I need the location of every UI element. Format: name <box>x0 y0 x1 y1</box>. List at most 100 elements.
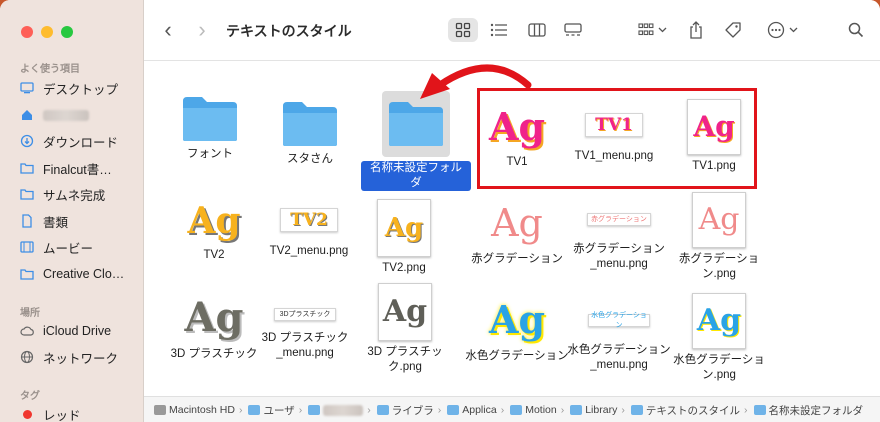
path-separator-icon: › <box>744 404 748 416</box>
file-item-3d-plastic-png[interactable]: Ag 3D プラスチッ ク.png <box>350 283 460 375</box>
sidebar-item-thumbnail-done[interactable]: サムネ完成 <box>20 184 105 204</box>
forward-button[interactable]: › <box>192 17 212 42</box>
file-item-font-folder[interactable]: フォント <box>155 95 265 162</box>
file-item-red-gradient-png[interactable]: Ag 赤グラデーショ ン.png <box>664 192 774 282</box>
sidebar-item-creative-cloud[interactable]: Creative Clo… <box>20 264 124 284</box>
back-button[interactable]: ‹ <box>158 17 178 42</box>
disk-icon <box>154 405 166 415</box>
file-item-blue-gradient[interactable]: Ag 水色グラデーション <box>462 295 572 364</box>
file-item-red-gradient[interactable]: Ag 赤グラデーション <box>462 198 572 267</box>
movie-icon <box>20 240 34 254</box>
action-menu-button[interactable] <box>762 18 802 42</box>
icon-view-button[interactable] <box>448 18 478 42</box>
sidebar-tag-red[interactable]: レッド <box>20 404 81 422</box>
file-name: 赤グラデーション _menu.png <box>573 243 665 270</box>
list-view-button[interactable] <box>484 18 514 42</box>
close-window-button[interactable] <box>21 26 33 38</box>
sidebar-item-label: レッド <box>43 408 81 422</box>
file-item-blue-gradient-png[interactable]: Ag 水色グラデーショ ン.png <box>664 293 774 383</box>
file-item-tv2-png[interactable]: Ag TV2.png <box>349 199 459 276</box>
share-button[interactable] <box>684 17 708 43</box>
sidebar-item-desktop[interactable]: デスクトップ <box>20 78 118 98</box>
sidebar-item-documents[interactable]: 書類 <box>20 211 68 231</box>
sidebar-item-label: デスクトップ <box>43 82 119 97</box>
path-separator-icon: › <box>298 404 303 416</box>
list-icon <box>490 23 507 37</box>
tag-icon <box>725 22 741 38</box>
group-by-button[interactable] <box>632 18 672 42</box>
folder-icon <box>283 102 337 146</box>
path-crumb[interactable]: Motion <box>510 404 557 416</box>
path-separator-icon: › <box>367 404 371 416</box>
file-item-sta-folder[interactable]: スタさん <box>255 100 365 167</box>
path-crumb[interactable]: ユーザ <box>248 403 295 418</box>
sidebar-item-network[interactable]: ネットワーク <box>20 347 118 367</box>
path-separator-icon: › <box>560 404 565 416</box>
toolbar: ‹ › テキストのスタイル <box>144 0 880 61</box>
sidebar-item-finalcut[interactable]: Finalcut書… <box>20 158 112 178</box>
path-separator-icon: › <box>238 404 243 416</box>
file-name: 3D プラスチック _menu.png <box>261 332 349 359</box>
sidebar-item-label: ムービー <box>43 241 94 256</box>
zoom-window-button[interactable] <box>61 26 73 38</box>
cloud-icon <box>20 324 34 338</box>
home-icon <box>308 405 321 415</box>
redacted-username <box>43 109 89 121</box>
file-name: 水色グラデーション _menu.png <box>567 344 671 371</box>
folder-icon <box>20 267 34 281</box>
file-name: TV2_menu.png <box>269 245 349 257</box>
sidebar-item-home[interactable] <box>20 105 89 125</box>
file-item-tv2-menu[interactable]: TV2 TV2_menu.png <box>254 200 364 259</box>
path-separator-icon: › <box>500 404 505 416</box>
path-crumb[interactable] <box>308 404 364 416</box>
path-bar: Macintosh HD › ユーザ › › ライブラ › Applica › … <box>144 396 880 422</box>
column-view-button[interactable] <box>522 18 552 42</box>
file-name: 赤グラデーション <box>471 253 563 265</box>
path-crumb[interactable]: Macintosh HD <box>154 404 235 416</box>
sidebar-section-tags: タグ <box>20 391 40 402</box>
path-crumb[interactable]: ライブラ <box>376 403 434 418</box>
grid-icon <box>455 22 471 38</box>
chevron-right-icon: › <box>198 17 206 42</box>
sidebar-item-label: Finalcut書… <box>43 162 112 177</box>
finder-window: よく使う項目 デスクトップ ダウンロード Finalcut書… サムネ完成 書類… <box>0 0 880 422</box>
minimize-window-button[interactable] <box>41 26 53 38</box>
file-item-red-gradient-menu[interactable]: 赤グラデーション 赤グラデーション _menu.png <box>564 200 674 272</box>
folder-icon <box>20 187 34 201</box>
ellipsis-circle-icon <box>767 21 784 39</box>
file-name: 赤グラデーショ ン.png <box>678 253 760 280</box>
folder-icon <box>183 97 237 141</box>
path-separator-icon: › <box>437 404 442 416</box>
sidebar-item-label: Creative Clo… <box>43 267 125 281</box>
sidebar-item-label: 書類 <box>43 215 69 230</box>
tag-button[interactable] <box>721 18 745 42</box>
sidebar-item-icloud[interactable]: iCloud Drive <box>20 321 111 341</box>
sidebar-item-downloads[interactable]: ダウンロード <box>20 131 118 151</box>
search-button[interactable] <box>844 18 868 42</box>
file-item-3d-plastic-menu[interactable]: 3Dプラスチック 3D プラスチック _menu.png <box>250 301 360 361</box>
path-crumb[interactable]: テキストのスタイル <box>630 403 740 418</box>
path-crumb[interactable]: Applica <box>447 404 497 416</box>
file-item-tv2[interactable]: Ag TV2 <box>159 198 269 263</box>
folder-icon <box>753 405 766 415</box>
folder-icon <box>570 405 583 415</box>
file-name: フォント <box>187 148 233 160</box>
file-name: 3D プラスチッ ク.png <box>367 346 443 373</box>
gallery-view-button[interactable] <box>558 18 588 42</box>
folder-icon <box>447 405 460 415</box>
sidebar-item-movies[interactable]: ムービー <box>20 237 93 257</box>
globe-icon <box>20 350 34 364</box>
path-separator-icon: › <box>621 404 625 416</box>
ag-thumbnail: Ag <box>187 200 241 242</box>
png-thumbnail: Ag <box>664 293 774 349</box>
path-crumb[interactable]: Library <box>570 404 617 416</box>
file-name: TV2 <box>203 249 225 261</box>
sidebar-item-label: iCloud Drive <box>43 324 112 338</box>
folder-icon <box>376 405 389 415</box>
folder-icon <box>630 405 643 415</box>
path-crumb[interactable]: 名称未設定フォルダ <box>753 403 863 418</box>
menu-thumbnail: 3Dプラスチック <box>250 301 360 327</box>
png-thumbnail: Ag <box>349 199 459 257</box>
file-item-blue-gradient-menu[interactable]: 水色グラデーション 水色グラデーション _menu.png <box>564 301 674 373</box>
sidebar-section-favorites: よく使う項目 <box>20 64 80 75</box>
